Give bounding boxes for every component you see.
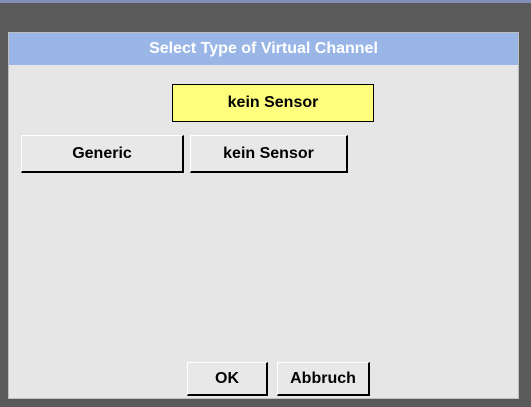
generic-option-button[interactable]: Generic	[21, 135, 184, 173]
ok-button[interactable]: OK	[187, 362, 268, 396]
dialog-title: Select Type of Virtual Channel	[9, 33, 518, 65]
kein-sensor-option-button[interactable]: kein Sensor	[190, 135, 348, 173]
current-sensor-display[interactable]: kein Sensor	[172, 84, 374, 122]
cancel-button[interactable]: Abbruch	[277, 362, 370, 396]
select-virtual-channel-dialog: Select Type of Virtual Channel kein Sens…	[8, 32, 519, 399]
device-screen-frame: Select Type of Virtual Channel kein Sens…	[0, 3, 531, 407]
